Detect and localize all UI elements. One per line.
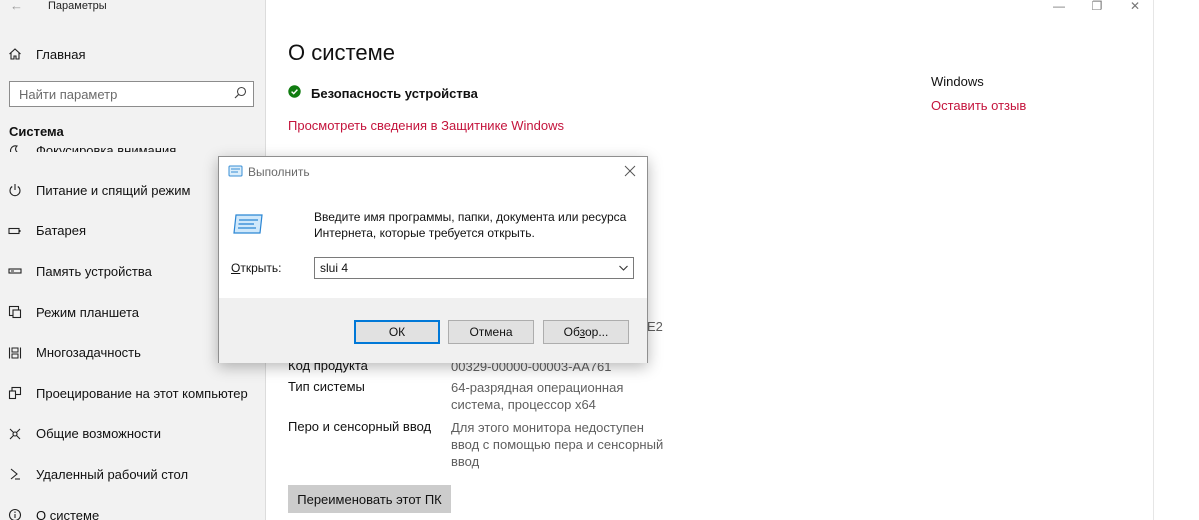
sidebar-item-about[interactable]: О системе: [0, 495, 265, 520]
sidebar-item-label: Общие возможности: [36, 426, 162, 442]
back-arrow-icon[interactable]: ←: [10, 0, 26, 14]
nav-home-label: Главная: [36, 46, 86, 62]
project-icon: [0, 386, 36, 400]
run-large-icon: [232, 212, 264, 239]
chevron-down-icon[interactable]: [618, 262, 629, 277]
sidebar-item-label: Многозадачность: [36, 345, 141, 361]
open-label-text: ткрыть:: [240, 261, 282, 275]
search-input[interactable]: [19, 86, 219, 102]
spec-key: Перо и сенсорный ввод: [288, 419, 432, 434]
sidebar-item-label: Фокусировка внимания: [36, 143, 177, 152]
shared-icon: [0, 427, 36, 441]
check-circle-icon: [288, 85, 301, 101]
info-icon: [0, 508, 36, 520]
moon-icon: [0, 144, 36, 152]
sidebar-item-label: Режим планшета: [36, 304, 139, 320]
maximize-icon[interactable]: ❐: [1078, 0, 1116, 14]
sidebar-item-label: Память устройства: [36, 263, 152, 279]
page-title: О системе: [288, 40, 395, 65]
open-label: Открыть:: [231, 261, 281, 275]
sidebar-item-label: О системе: [36, 507, 100, 520]
close-icon[interactable]: [623, 164, 637, 178]
browse-label-pre: Об: [563, 325, 580, 339]
search-icon[interactable]: [234, 86, 247, 102]
sidebar-item-label: Удаленный рабочий стол: [36, 466, 189, 482]
cancel-button[interactable]: Отмена: [448, 320, 534, 344]
home-icon: [0, 47, 36, 61]
run-app-icon: [228, 165, 243, 180]
ok-button[interactable]: ОК: [354, 320, 440, 344]
search-box[interactable]: [9, 81, 254, 107]
minimize-icon[interactable]: —: [1040, 0, 1078, 14]
sidebar-item-remote-desktop[interactable]: Удаленный рабочий стол: [0, 454, 265, 495]
run-dialog-footer: ОК Отмена Обзор...: [219, 298, 647, 363]
multitask-icon: [0, 346, 36, 360]
battery-icon: [0, 224, 36, 238]
sidebar-item-projecting[interactable]: Проецирование на этот компьютер: [0, 373, 265, 414]
rename-pc-button[interactable]: Переименовать этот ПК: [288, 485, 451, 513]
open-label-accesskey: О: [231, 261, 241, 275]
sidebar-item-label: Батарея: [36, 223, 87, 239]
run-dialog-description: Введите имя программы, папки, документа …: [314, 210, 627, 240]
sidebar-item-focus-assist[interactable]: Фокусировка внимания: [0, 134, 265, 152]
browse-label-post: ор...: [584, 325, 609, 339]
partial-spec-value: E2: [647, 319, 663, 334]
remote-icon: [0, 467, 36, 481]
windows-heading: Windows: [931, 74, 984, 89]
window-title: Параметры: [48, 0, 107, 12]
spec-key: Тип системы: [288, 379, 365, 394]
spec-value: 64-разрядная операционная система, проце…: [451, 380, 624, 412]
defender-link[interactable]: Просмотреть сведения в Защитнике Windows: [288, 118, 564, 133]
storage-icon: [0, 264, 36, 278]
sidebar-item-label: Питание и спящий режим: [36, 182, 191, 198]
spec-value: Для этого монитора недоступен ввод с пом…: [451, 420, 664, 469]
sidebar-item-label: Проецирование на этот компьютер: [36, 385, 248, 401]
run-dialog: Выполнить Введите имя программы, папки, …: [218, 156, 648, 363]
browse-button[interactable]: Обзор...: [543, 320, 629, 344]
feedback-link[interactable]: Оставить отзыв: [931, 98, 1026, 113]
close-icon[interactable]: ✕: [1116, 0, 1154, 14]
run-dialog-titlebar[interactable]: Выполнить: [219, 157, 647, 187]
tablet-icon: [0, 305, 36, 319]
open-input[interactable]: [315, 258, 607, 278]
window-edge: [1153, 0, 1154, 520]
nav-home[interactable]: Главная: [0, 42, 265, 66]
security-status: Безопасность устройства: [288, 85, 478, 101]
run-dialog-title: Выполнить: [248, 165, 310, 179]
security-label: Безопасность устройства: [311, 85, 478, 101]
sidebar-item-shared-experiences[interactable]: Общие возможности: [0, 414, 265, 455]
open-combobox[interactable]: [314, 257, 634, 279]
power-icon: [0, 183, 36, 197]
